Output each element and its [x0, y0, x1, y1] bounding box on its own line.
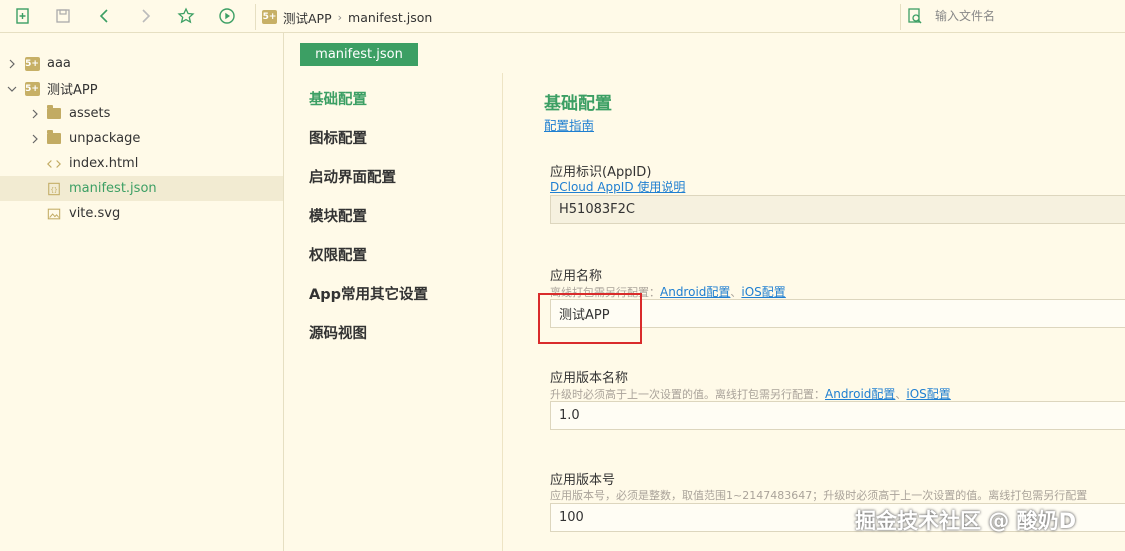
appid-desc: DCloud AppID 使用说明 [550, 178, 685, 195]
nav-item-basic[interactable]: 基础配置 [309, 88, 367, 109]
json-file-icon: {} [46, 181, 62, 197]
file-search-icon[interactable] [906, 7, 924, 25]
nav-item-splash[interactable]: 启动界面配置 [309, 166, 396, 187]
forward-icon[interactable] [135, 6, 155, 26]
nav-item-source-view[interactable]: 源码视图 [309, 322, 367, 343]
folder-icon [46, 105, 62, 122]
tree-item-label: aaa [47, 56, 71, 71]
breadcrumb: 5+ 测试APP › manifest.json [262, 8, 432, 26]
html-file-icon [46, 156, 62, 172]
android-config-link[interactable]: Android配置 [660, 285, 730, 299]
project-icon: 5+ [24, 56, 40, 71]
chevron-right-icon[interactable] [6, 58, 18, 70]
tab-manifest-json[interactable]: manifest.json [300, 43, 418, 66]
chevron-right-icon[interactable] [29, 133, 41, 145]
breadcrumb-project[interactable]: 测试APP [283, 8, 332, 27]
tree-item-vite-svg[interactable]: vite.svg [0, 201, 283, 226]
version-code-desc: 应用版本号，必须是整数，取值范围1~2147483647；升级时必须高于上一次设… [550, 489, 1088, 502]
tree-item-label: vite.svg [69, 206, 121, 221]
ios-config-link[interactable]: iOS配置 [906, 387, 950, 401]
link-separator: 、 [730, 286, 742, 299]
app-name-field[interactable] [550, 299, 1125, 328]
tree-item-test-app[interactable]: 5+ 测试APP [0, 76, 283, 101]
back-icon[interactable] [95, 6, 115, 26]
nav-item-permissions[interactable]: 权限配置 [309, 244, 367, 265]
save-icon[interactable] [53, 6, 73, 26]
tree-item-manifest-json[interactable]: {} manifest.json [0, 176, 283, 201]
section-title: 基础配置 [544, 94, 612, 114]
project-tree: 5+ aaa 5+ 测试APP assets unpackage index.h… [0, 33, 284, 551]
chevron-right-icon[interactable] [29, 108, 41, 120]
chevron-down-icon[interactable] [6, 83, 18, 95]
toolbar-divider [255, 4, 256, 30]
app-name-label: 应用名称 [550, 269, 603, 284]
toolbar: 5+ 测试APP › manifest.json [0, 0, 1125, 33]
app-name-desc: 离线打包需另行配置：Android配置、iOS配置 [550, 283, 786, 300]
version-name-field[interactable] [550, 401, 1125, 430]
run-icon[interactable] [217, 6, 237, 26]
project-icon: 5+ [24, 81, 40, 96]
tree-item-index-html[interactable]: index.html [0, 151, 283, 176]
image-file-icon [46, 206, 62, 222]
version-code-label: 应用版本号 [550, 473, 616, 488]
star-icon[interactable] [176, 6, 196, 26]
version-name-label: 应用版本名称 [550, 371, 629, 386]
nav-item-app-settings[interactable]: App常用其它设置 [309, 283, 428, 304]
breadcrumb-file[interactable]: manifest.json [348, 10, 432, 25]
tree-item-label: manifest.json [69, 181, 157, 196]
folder-icon [46, 130, 62, 147]
version-name-desc: 升级时必须高于上一次设置的值。离线打包需另行配置：Android配置、iOS配置 [550, 385, 951, 402]
android-config-link[interactable]: Android配置 [825, 387, 895, 401]
tree-item-label: assets [69, 106, 111, 121]
appid-help-link[interactable]: DCloud AppID 使用说明 [550, 180, 685, 194]
tree-item-label: index.html [69, 156, 139, 171]
editor-pane: manifest.json 基础配置 图标配置 启动界面配置 模块配置 权限配置… [285, 33, 1125, 551]
config-guide-link[interactable]: 配置指南 [544, 115, 594, 134]
new-file-icon[interactable] [13, 6, 33, 26]
tree-item-label: 测试APP [47, 83, 98, 98]
chevron-right-icon: › [337, 10, 343, 24]
appid-field[interactable] [550, 195, 1125, 224]
link-separator: 、 [895, 388, 907, 401]
tree-item-label: unpackage [69, 131, 141, 146]
nav-item-modules[interactable]: 模块配置 [309, 205, 367, 226]
config-form: 基础配置 配置指南 应用标识(AppID) DCloud AppID 使用说明 … [504, 73, 1125, 551]
tree-item-unpackage[interactable]: unpackage [0, 126, 283, 151]
version-name-desc-text: 升级时必须高于上一次设置的值。离线打包需另行配置： [550, 388, 825, 401]
tree-item-aaa[interactable]: 5+ aaa [0, 51, 283, 76]
config-nav: 基础配置 图标配置 启动界面配置 模块配置 权限配置 App常用其它设置 源码视… [285, 73, 503, 551]
file-search-input[interactable] [935, 6, 1120, 26]
watermark: 掘金技术社区 @ 酸奶D [855, 509, 1077, 533]
svg-text:{}: {} [50, 186, 58, 193]
nav-item-icon[interactable]: 图标配置 [309, 127, 367, 148]
tree-item-assets[interactable]: assets [0, 101, 283, 126]
search-divider [900, 4, 901, 30]
app-name-desc-text: 离线打包需另行配置： [550, 286, 660, 299]
ios-config-link[interactable]: iOS配置 [741, 285, 785, 299]
project-badge-icon: 5+ [262, 10, 277, 24]
